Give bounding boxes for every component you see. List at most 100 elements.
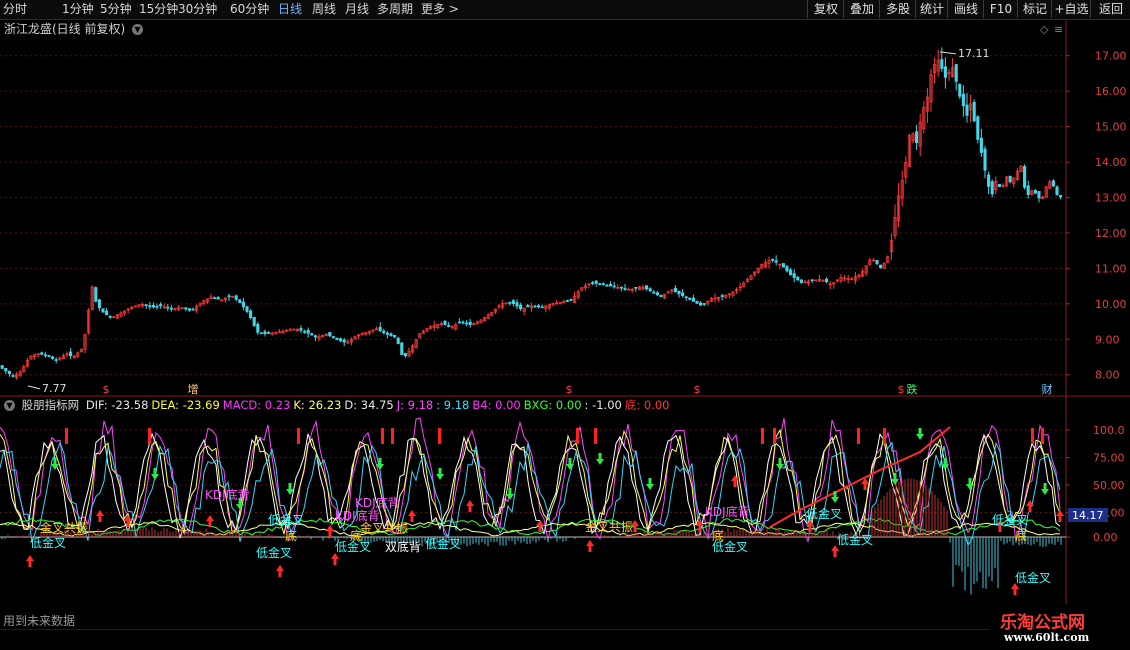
arrow-up-icon — [96, 510, 104, 522]
toolbar-button-7[interactable]: +自选 — [1051, 0, 1091, 18]
candle-body — [605, 284, 609, 287]
event-marker: 跌 — [907, 382, 918, 396]
candle-body — [313, 335, 317, 338]
future-data-note: 用到未来数据 — [3, 614, 76, 628]
candle-body — [403, 353, 407, 357]
candle-body — [191, 308, 195, 311]
candle-body — [180, 307, 184, 310]
candle-body — [825, 278, 829, 283]
candle-body — [216, 297, 220, 300]
current-value-label: 14.17 — [1072, 509, 1104, 522]
signal-label: 低金叉 — [30, 535, 66, 550]
period-tab-1[interactable]: 1分钟 — [62, 1, 94, 18]
candle-body — [378, 326, 382, 332]
signal-bar — [297, 428, 300, 444]
signal-label: KDJ底背 — [355, 495, 400, 510]
event-marker: 财 — [1042, 382, 1053, 396]
candle-body — [810, 279, 814, 282]
signal-bar — [773, 428, 776, 444]
signal-label: 低金叉 — [335, 539, 371, 554]
candle-body — [652, 291, 656, 294]
candle-body — [256, 324, 260, 333]
toolbar-button-2[interactable]: 多股 — [879, 0, 916, 18]
arrow-up-icon — [1056, 510, 1064, 522]
candle-body — [227, 295, 231, 298]
candle-body — [94, 287, 98, 302]
candle-body — [774, 260, 778, 263]
candle-body — [619, 286, 623, 289]
toolbar-button-5[interactable]: F10 — [983, 0, 1018, 18]
chevron-down-icon[interactable]: ▼ — [132, 24, 144, 35]
toolbar-button-0[interactable]: 复权 — [807, 0, 844, 18]
signal-label: 低金叉 — [268, 512, 304, 527]
candle-body — [940, 59, 944, 69]
signal-label: 底 — [285, 528, 297, 543]
period-tab-8[interactable]: 月线 — [345, 1, 369, 18]
candle-body — [695, 300, 699, 304]
candle-body — [879, 264, 883, 269]
candle-body — [335, 337, 339, 340]
arrow-up-icon — [466, 500, 474, 512]
period-tab-7[interactable]: 周线 — [312, 1, 336, 18]
candle-body — [382, 330, 386, 334]
period-tab-9[interactable]: 多周期 — [377, 1, 413, 18]
period-tab-2[interactable]: 5分钟 — [100, 1, 132, 18]
chart-area[interactable]: 17.00 16.00 15.00 14.00 13.00 12.00 11.00 10.00… — [0, 20, 1130, 630]
price-axis-label: 8.00 — [1095, 369, 1120, 382]
toolbar: 分时 1分钟 5分钟 15分钟 30分钟 60分钟 日线 周线 月线 多周期 更多 > 复权 叠加 多股统… — [0, 0, 1130, 20]
toolbar-button-8[interactable]: 返回 — [1090, 0, 1130, 18]
low-annotation-line — [27, 385, 41, 390]
chevron-down-icon[interactable]: ▼ — [4, 400, 15, 411]
indicator-axis-label: 0.00 — [1093, 531, 1118, 544]
signal-label: 低金叉 — [837, 532, 873, 547]
candle-body — [591, 282, 595, 284]
candle-body — [144, 304, 148, 306]
toolbar-button-6[interactable]: 标记 — [1017, 0, 1052, 18]
arrow-up-icon — [276, 565, 284, 577]
candle-body — [310, 333, 314, 336]
toolbar-button-1[interactable]: 叠加 — [843, 0, 880, 18]
stock-title[interactable]: 浙江龙盛(日线 前复权) ▼ — [4, 22, 144, 36]
stock-title-text: 浙江龙盛(日线 前复权) — [4, 22, 126, 36]
arrow-up-icon — [408, 510, 416, 522]
event-marker: $ — [103, 383, 110, 396]
signal-bar — [594, 428, 597, 444]
period-tab-3[interactable]: 15分钟 — [139, 1, 178, 18]
period-tab-10[interactable]: 更多 > — [421, 1, 459, 18]
candle-body — [634, 286, 638, 289]
candle-body — [943, 66, 947, 78]
candle-body — [241, 301, 245, 308]
indicator-value-2: MACD: 0.23 — [222, 398, 291, 412]
signal-bar — [1041, 428, 1044, 444]
price-axis-label: 15.00 — [1095, 121, 1127, 134]
period-tab-5[interactable]: 60分钟 — [230, 1, 269, 18]
watermark-title: 乐淘公式网 — [1000, 613, 1085, 633]
low-annotation: 7.77 — [42, 382, 67, 395]
candle-body — [97, 299, 101, 309]
arrow-down-icon — [646, 478, 654, 490]
candle-body — [645, 285, 649, 290]
toolbar-button-4[interactable]: 画线 — [947, 0, 984, 18]
menu-icon: ≡ — [1054, 23, 1063, 36]
candle-body — [799, 279, 803, 283]
price-axis-label: 9.00 — [1095, 333, 1120, 346]
arrow-up-icon — [586, 540, 594, 552]
candle-body — [958, 84, 962, 97]
toolbar-button-3[interactable]: 统计 — [915, 0, 948, 18]
indicator-values: DIF: -23.58 DEA: -23.69 MACD: 0.23 K: 26.23… — [86, 398, 673, 412]
period-tab-0[interactable]: 分时 — [3, 1, 27, 18]
candle-body — [54, 359, 58, 361]
candle-body — [569, 299, 573, 301]
high-annotation-line — [939, 51, 957, 55]
signal-bar — [65, 428, 68, 444]
indicator-name[interactable]: 股朋指标网 — [22, 398, 80, 412]
period-tab-4[interactable]: 30分钟 — [178, 1, 217, 18]
indicator-axis-label: 50.00 — [1093, 479, 1125, 492]
price-axis-label: 17.00 — [1095, 50, 1127, 63]
period-tab-6[interactable]: 日线 — [278, 1, 302, 18]
candle-body — [1059, 194, 1063, 198]
candle-body — [655, 292, 659, 296]
candle-body — [526, 305, 530, 308]
candle-body — [11, 375, 15, 377]
price-axis-label: 12.00 — [1095, 227, 1127, 240]
